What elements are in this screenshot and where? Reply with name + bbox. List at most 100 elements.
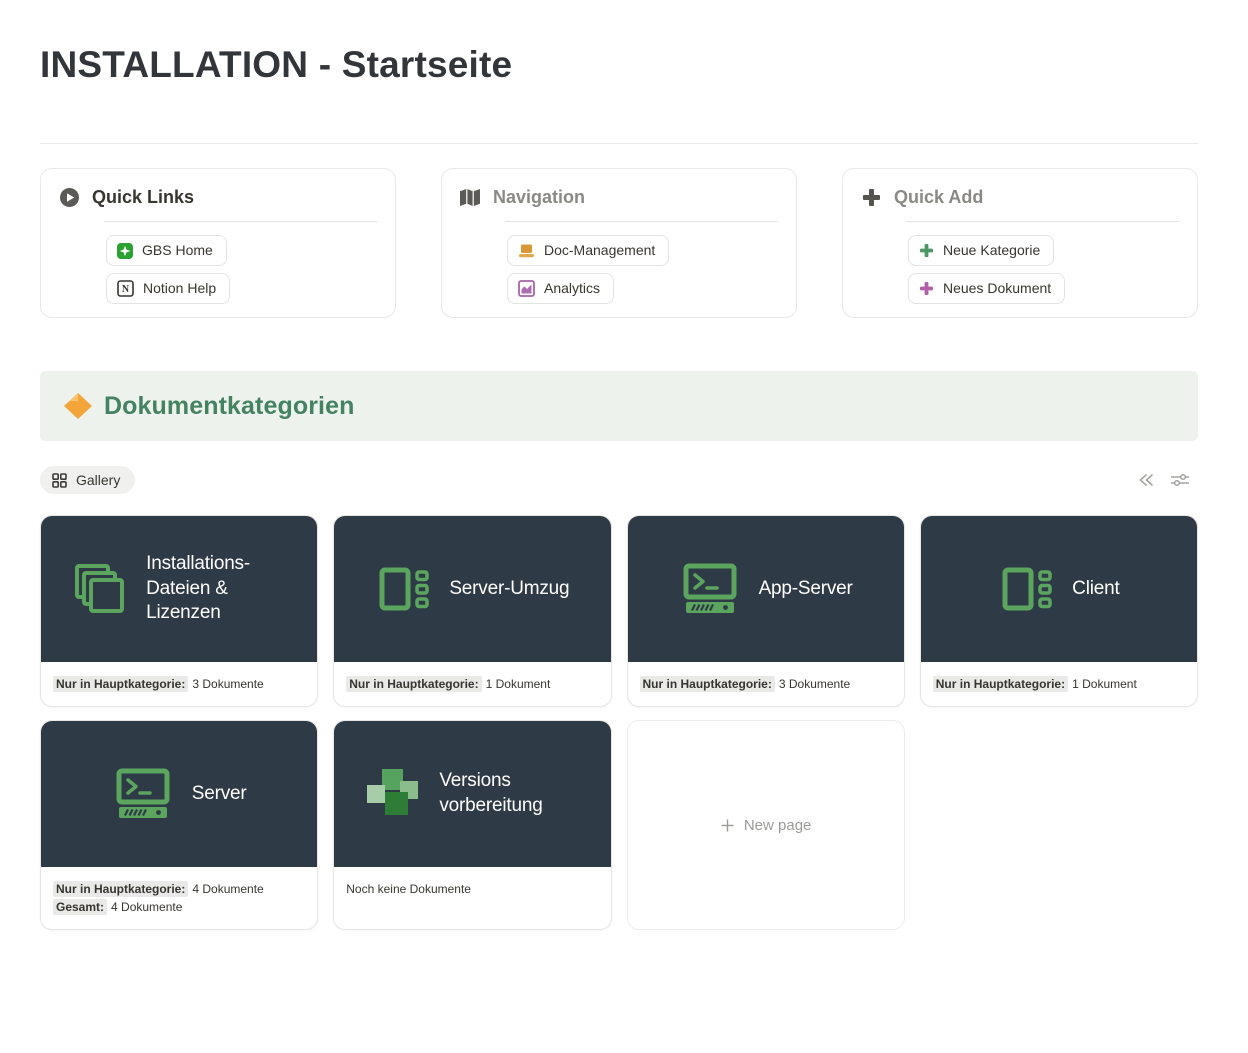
callout-header: Quick Add	[860, 185, 1181, 208]
card-versionsvorbereitung[interactable]: Versions vorbereitung Noch keine Dokumen…	[333, 720, 611, 930]
callout-buttons: Doc-Management Analytics	[507, 235, 780, 304]
gbs-home-button[interactable]: GBS Home	[106, 235, 227, 266]
card-server-umzug[interactable]: Server-Umzug Nur in Hauptkategorie: 1 Dok…	[333, 515, 611, 707]
callout-header: Navigation	[459, 185, 780, 208]
neue-kategorie-button[interactable]: Neue Kategorie	[908, 235, 1054, 266]
card-title: Server-Umzug	[449, 577, 569, 602]
terminal-icon	[112, 767, 174, 821]
green-squares-icon	[365, 766, 421, 822]
card-server[interactable]: Server Nur in Hauptkategorie: 4 Dokumente…	[40, 720, 318, 930]
card-note: Noch keine Dokumente	[346, 880, 598, 898]
card-footer: Noch keine Dokumente	[334, 867, 610, 929]
tab-gallery-label: Gallery	[76, 472, 120, 488]
card-cover: App-Server	[628, 516, 904, 662]
card-title: App-Server	[759, 577, 853, 602]
doc-management-button[interactable]: Doc-Management	[507, 235, 669, 266]
callout-row: Quick Links GBS Home N Notion Help	[40, 168, 1198, 318]
card-title: Installations-Dateien & Lizenzen	[146, 552, 286, 626]
gallery-grid-icon	[52, 473, 67, 488]
plus-icon	[720, 818, 735, 833]
plus-purple-icon	[919, 281, 934, 296]
card-footer: Nur in Hauptkategorie: 4 Dokumente Gesamt…	[41, 867, 317, 929]
view-actions	[1137, 472, 1190, 488]
page-title[interactable]: INSTALLATION - Startseite	[40, 44, 1198, 86]
callout-buttons: Neue Kategorie Neues Dokument	[908, 235, 1181, 304]
stat-line: Gesamt: 4 Dokumente	[53, 898, 305, 916]
stat-label: Nur in Hauptkategorie:	[53, 676, 188, 692]
stat-line: Nur in Hauptkategorie: 3 Dokumente	[53, 675, 305, 693]
stat-line: Nur in Hauptkategorie: 3 Dokumente	[640, 675, 892, 693]
stat-label: Nur in Hauptkategorie:	[346, 676, 481, 692]
gbs-sparkle-icon	[117, 243, 133, 259]
stat-line: Nur in Hauptkategorie: 1 Dokument	[933, 675, 1185, 693]
button-label: GBS Home	[142, 241, 213, 260]
new-page-label: New page	[744, 817, 812, 834]
callout-divider	[505, 221, 778, 222]
callout-quick-add: Quick Add Neue Kategorie Neues Dokument	[842, 168, 1198, 318]
stat-value: 3 Dokumente	[192, 677, 263, 691]
card-footer: Nur in Hauptkategorie: 1 Dokument	[921, 662, 1197, 706]
callout-divider	[104, 221, 377, 222]
stat-label: Nur in Hauptkategorie:	[53, 881, 188, 897]
stat-value: 3 Dokumente	[779, 677, 850, 691]
stat-value: 1 Dokument	[486, 677, 551, 691]
card-footer: Nur in Hauptkategorie: 1 Dokument	[334, 662, 610, 706]
title-divider	[40, 143, 1198, 144]
callout-title: Quick Links	[92, 187, 194, 208]
card-title: Server	[192, 782, 247, 807]
callout-divider	[906, 221, 1179, 222]
callout-title: Quick Add	[894, 187, 983, 208]
laptop-icon	[518, 243, 535, 258]
card-cover: Server-Umzug	[334, 516, 610, 662]
card-app-server[interactable]: App-Server Nur in Hauptkategorie: 3 Dokum…	[627, 515, 905, 707]
button-label: Analytics	[544, 279, 600, 298]
tab-gallery[interactable]: Gallery	[40, 466, 135, 494]
stat-line: Nur in Hauptkategorie: 4 Dokumente	[53, 880, 305, 898]
terminal-icon	[679, 562, 741, 616]
plus-icon	[860, 188, 882, 207]
plus-green-icon	[919, 243, 934, 258]
play-circle-icon	[58, 187, 80, 208]
stat-value: 4 Dokumente	[111, 900, 182, 914]
view-bar: Gallery	[40, 466, 1198, 494]
stat-value: 1 Dokument	[1072, 677, 1137, 691]
stat-line: Nur in Hauptkategorie: 1 Dokument	[346, 675, 598, 693]
device-list-icon	[998, 563, 1054, 615]
card-installations-dateien-lizenzen[interactable]: Installations-Dateien & Lizenzen Nur in …	[40, 515, 318, 707]
svg-text:N: N	[122, 284, 130, 295]
card-cover: Installations-Dateien & Lizenzen	[41, 516, 317, 662]
neues-dokument-button[interactable]: Neues Dokument	[908, 273, 1065, 304]
stat-value: 4 Dokumente	[192, 882, 263, 896]
notion-help-button[interactable]: N Notion Help	[106, 273, 230, 304]
card-footer: Nur in Hauptkategorie: 3 Dokumente	[41, 662, 317, 706]
callout-buttons: GBS Home N Notion Help	[106, 235, 379, 304]
card-cover: Versions vorbereitung	[334, 721, 610, 867]
stat-label: Nur in Hauptkategorie:	[640, 676, 775, 692]
stat-label: Gesamt:	[53, 899, 107, 915]
stat-label: Nur in Hauptkategorie:	[933, 676, 1068, 692]
section-banner-dokumentkategorien: Dokumentkategorien	[40, 371, 1198, 441]
card-title: Versions vorbereitung	[439, 769, 579, 818]
card-footer: Nur in Hauptkategorie: 3 Dokumente	[628, 662, 904, 706]
card-title: Client	[1072, 577, 1119, 602]
collapse-icon[interactable]	[1137, 472, 1155, 488]
page-content: INSTALLATION - Startseite Quick Links GB…	[0, 44, 1248, 930]
button-label: Neue Kategorie	[943, 241, 1040, 260]
notion-logo-icon: N	[117, 280, 134, 297]
new-page-button[interactable]: New page	[627, 720, 905, 930]
orange-diamond-icon	[63, 392, 93, 420]
map-icon	[459, 188, 481, 207]
chart-icon	[518, 280, 535, 297]
callout-header: Quick Links	[58, 185, 379, 208]
button-label: Neues Dokument	[943, 279, 1051, 298]
button-label: Notion Help	[143, 279, 216, 298]
analytics-button[interactable]: Analytics	[507, 273, 614, 304]
button-label: Doc-Management	[544, 241, 655, 260]
callout-quick-links: Quick Links GBS Home N Notion Help	[40, 168, 396, 318]
view-settings-icon[interactable]	[1170, 472, 1190, 488]
device-list-icon	[375, 563, 431, 615]
card-client[interactable]: Client Nur in Hauptkategorie: 1 Dokument	[920, 515, 1198, 707]
section-title: Dokumentkategorien	[104, 392, 354, 421]
card-cover: Server	[41, 721, 317, 867]
callout-title: Navigation	[493, 187, 585, 208]
